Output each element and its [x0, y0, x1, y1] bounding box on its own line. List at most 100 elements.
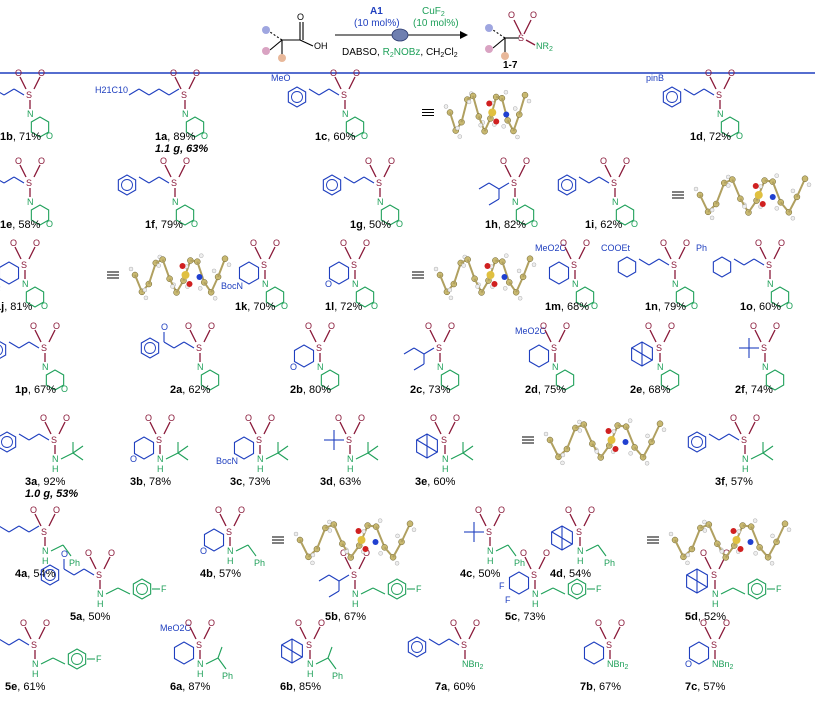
nitrogen-h: H	[712, 599, 719, 609]
compound-2f: S O O N 2f, 74%	[735, 321, 785, 396]
ring-oxygen: O	[41, 301, 48, 311]
compound-4b: O S O O NH Ph 4b, 57%	[200, 505, 265, 580]
compound-5a: OSO ONHF5a, 50%	[40, 548, 167, 623]
nitrogen-atom: N	[42, 362, 49, 372]
substituent-label: Ph	[696, 243, 707, 253]
nitrogen-h: H	[577, 556, 584, 566]
sulfonyl-o: O	[583, 238, 590, 248]
sulfonyl-o: O	[208, 321, 215, 331]
substituent-dot	[278, 54, 286, 62]
amine-fragment: NH Ph	[577, 544, 615, 568]
sulfonyl-o: O	[508, 10, 515, 20]
substrate-skeleton: O	[325, 261, 350, 289]
compound-label: 3d, 63%	[320, 476, 361, 488]
nitrogen-atom: N	[27, 197, 34, 207]
compound-5e: S O O NH F 5e, 61%	[0, 618, 102, 693]
compound-label: 2d, 75%	[525, 384, 566, 396]
phenyl-label: Ph	[332, 671, 343, 681]
ring-oxygen: O	[396, 219, 403, 229]
compound-4c: S O O NH Ph 4c, 50%	[460, 505, 525, 580]
sulfonyl-o: O	[208, 618, 215, 628]
nitrogen-atom: N	[227, 546, 234, 556]
compound-label: 2c, 73%	[410, 384, 451, 396]
xray-structure-1i	[672, 173, 812, 221]
compound-1n: COOEt S O O N O 1n, 79%	[601, 238, 698, 313]
substituent-dot	[485, 24, 493, 32]
ring-oxygen: O	[591, 301, 598, 311]
nitrogen-h: H	[227, 556, 234, 566]
ring-oxygen: O	[281, 301, 288, 311]
sulfonyl-o: O	[560, 238, 567, 248]
sulfonyl-o: O	[38, 156, 45, 166]
sulfonyl-o: O	[448, 321, 455, 331]
nitrogen-atom: N	[172, 197, 179, 207]
sulfonyl-o: O	[328, 321, 335, 331]
sulfonyl-o: O	[38, 68, 45, 78]
nitrogen-h: H	[52, 464, 59, 474]
sulfur-atom: S	[26, 178, 32, 188]
xray-structure-4b	[272, 518, 417, 566]
nitrogen-h: H	[532, 599, 539, 609]
nitrogen-atom: N	[767, 279, 774, 289]
nitrogen-atom: N	[182, 109, 189, 119]
phenyl-label: Ph	[514, 558, 525, 568]
ring-oxygen: O	[531, 219, 538, 229]
phenyl-label: Ph	[604, 558, 615, 568]
substrate-skeleton: H21C10	[95, 85, 180, 96]
compound-1j: FFS O O N O 1j, 81%	[0, 238, 48, 313]
compound-1b: OSOONO1b, 71%	[0, 68, 53, 143]
copper-salt: CuF2	[422, 6, 445, 18]
sulfur-atom: S	[31, 640, 37, 650]
sulfonyl-o: O	[753, 413, 760, 423]
substrate-skeleton	[324, 430, 344, 450]
boc-piperidine: BocN	[221, 281, 243, 291]
reaction-scheme: O OH A1 (10 mol%) CuF2 (10 mol%) DABSO, …	[0, 6, 815, 693]
sulfonyl-o: O	[183, 156, 190, 166]
ring-oxygen: O	[46, 219, 53, 229]
compound-1a: H21C10 S O O N O 1a, 89%1.1 g, 63%	[95, 68, 208, 155]
substrate-skeleton	[117, 174, 170, 196]
sulfur-atom: S	[436, 343, 442, 353]
amine-fragment: NH F	[712, 578, 782, 609]
sulfonyl-o: O	[388, 156, 395, 166]
sulfonyl-o: O	[30, 505, 37, 515]
compound-label: 1e, 58%	[0, 219, 41, 231]
sulfonyl-o: O	[268, 413, 275, 423]
substituent-label: pinB	[646, 73, 664, 83]
sulfur-atom: S	[51, 435, 57, 445]
sulfonyl-o: O	[520, 548, 527, 558]
sulfur-atom: S	[761, 343, 767, 353]
compound-label: 1d, 72%	[690, 131, 731, 143]
sulfonyl-o: O	[238, 505, 245, 515]
sulfur-atom: S	[306, 640, 312, 650]
sulfur-atom: S	[261, 260, 267, 270]
ring-oxygen: O	[290, 362, 297, 372]
compound-label: 6a, 87%	[170, 681, 211, 693]
compound-3e: S O O NH 3e, 60%	[415, 413, 474, 488]
sulfonyl-o: O	[645, 321, 652, 331]
compound-2a: O S O O N 2a, 62%	[140, 321, 220, 396]
sulfur-atom: S	[511, 178, 517, 188]
compound-label: 1f, 79%	[145, 219, 183, 231]
substrate-skeleton	[557, 174, 610, 196]
sulfonyl-o: O	[185, 618, 192, 628]
fluorine-atom: F	[416, 584, 422, 594]
sulfonyl-o: O	[53, 505, 60, 515]
ring-oxygen: O	[200, 546, 207, 556]
sulfur-atom: S	[351, 260, 357, 270]
compound-1m: MeO2CSO ONO1m, 68%	[535, 238, 598, 313]
compound-3b: O S O O NH 3b, 78%	[130, 413, 189, 488]
substrate-skeleton	[739, 338, 759, 358]
nitrogen-atom: N	[197, 362, 204, 372]
sulfonyl-o: O	[108, 548, 115, 558]
sulfonyl-o: O	[353, 68, 360, 78]
nitrogen-atom: N	[552, 362, 559, 372]
sulfonyl-o: O	[705, 68, 712, 78]
light-bulb-icon	[391, 28, 409, 42]
amine-fragment: NH	[157, 442, 189, 474]
nitrogen-atom: N	[512, 197, 519, 207]
substituent-dot	[262, 47, 270, 55]
phenyl-label: Ph	[254, 558, 265, 568]
nitrogen-h: H	[307, 669, 314, 679]
amine-fragment: NH F	[32, 648, 102, 679]
